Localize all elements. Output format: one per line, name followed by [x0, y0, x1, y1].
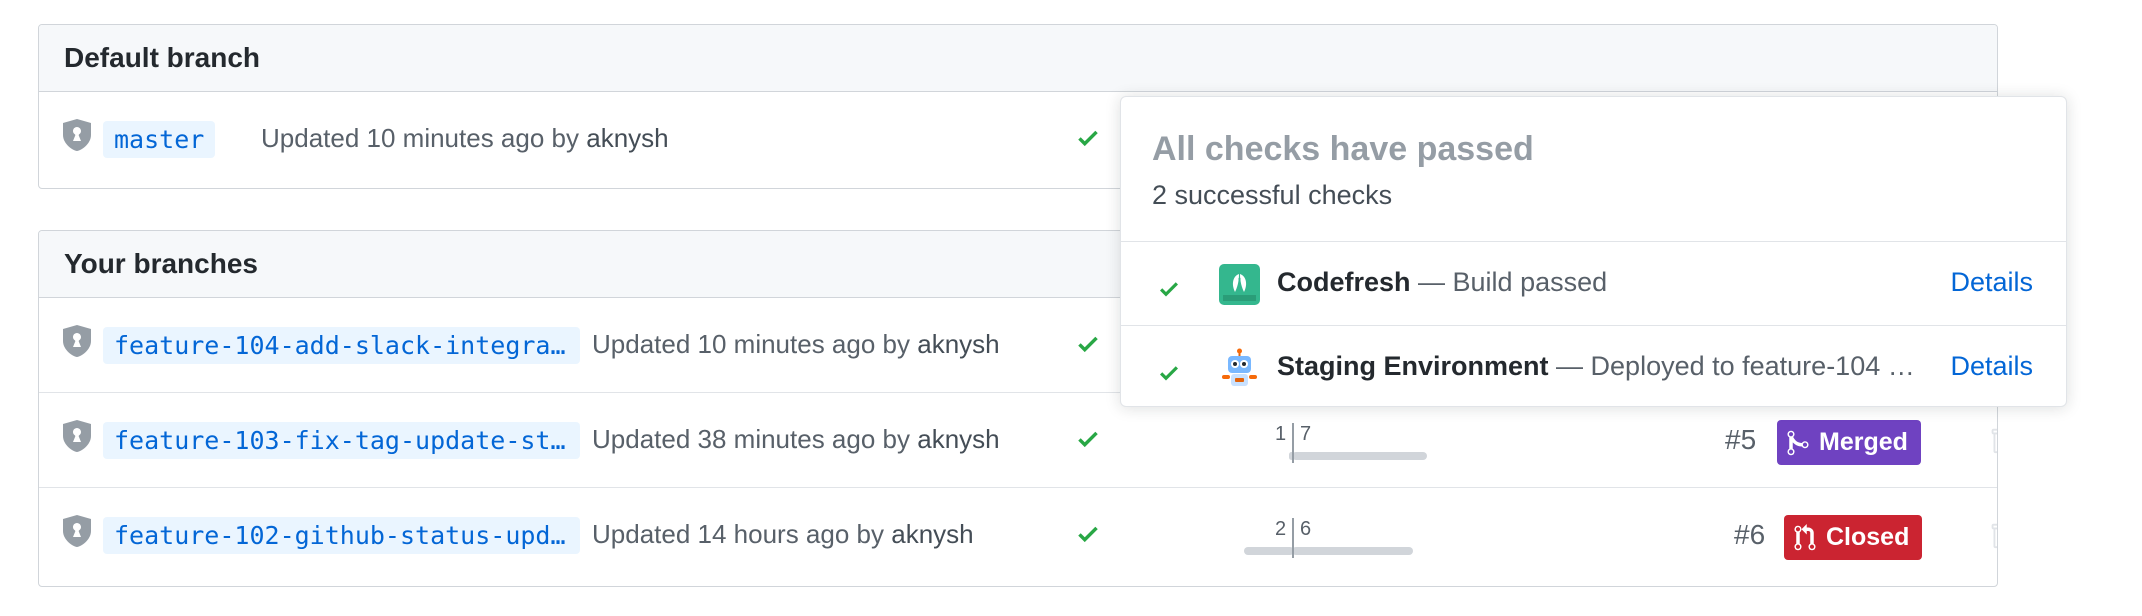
- pr-state-label: Merged: [1819, 428, 1908, 456]
- updated-label: Updated 10 minutes ago by: [261, 123, 579, 153]
- git-merge-icon: [1787, 430, 1809, 455]
- shield-lock-icon: [63, 515, 91, 547]
- check-summary: Staging Environment — Deployed to featur…: [1277, 351, 1927, 382]
- branch-name[interactable]: feature-102-github-status-upda…: [103, 517, 580, 554]
- git-pull-request-icon: [1794, 523, 1816, 550]
- check-icon[interactable]: [1074, 331, 1102, 357]
- branch-row: feature-103-fix-tag-update-sta… Updated …: [39, 393, 1997, 488]
- divergence-line: [1292, 423, 1294, 463]
- pr-state-label: Closed: [1826, 523, 1910, 551]
- author-link[interactable]: aknysh: [891, 519, 973, 549]
- pr-number-link[interactable]: #6: [1734, 519, 1765, 551]
- branch-name[interactable]: feature-103-fix-tag-update-sta…: [103, 422, 580, 459]
- branch-row: feature-102-github-status-upda… Updated …: [39, 488, 1997, 583]
- check-icon[interactable]: [1074, 521, 1102, 547]
- ahead-count: 6: [1300, 518, 1312, 540]
- check-summary: Codefresh — Build passed: [1277, 267, 1607, 298]
- behind-count: 2: [1275, 518, 1287, 540]
- author-link[interactable]: aknysh: [917, 329, 999, 359]
- check-icon: [1160, 282, 1178, 297]
- check-description: — Build passed: [1410, 267, 1608, 297]
- check-row-codefresh: Codefresh — Build passed Details: [1121, 242, 2066, 326]
- updated-label: Updated 38 minutes ago by: [592, 424, 910, 454]
- updated-text: Updated 14 hours ago by aknysh: [592, 519, 974, 550]
- check-name: Staging Environment: [1277, 351, 1549, 381]
- codefresh-logo-icon: [1219, 264, 1260, 305]
- checks-status-title: All checks have passed: [1152, 130, 1534, 168]
- pr-state-closed[interactable]: Closed: [1784, 515, 1923, 560]
- updated-label: Updated 10 minutes ago by: [592, 329, 910, 359]
- check-icon[interactable]: [1074, 426, 1102, 452]
- ahead-behind-graph: 2 6: [1244, 518, 1452, 558]
- behind-bar: [1244, 547, 1294, 555]
- check-row-staging-environment: Staging Environment — Deployed to featur…: [1121, 326, 2066, 406]
- details-link[interactable]: Details: [1950, 351, 2033, 382]
- shield-lock-icon: [63, 420, 91, 452]
- checks-count-subtitle: 2 successful checks: [1152, 180, 1393, 210]
- author-link[interactable]: aknysh: [586, 123, 668, 153]
- shield-lock-icon: [63, 325, 91, 357]
- trash-icon[interactable]: [1989, 425, 1998, 455]
- check-description: — Deployed to feature-104 n…: [1548, 351, 1927, 381]
- robot-avatar-icon: [1219, 348, 1260, 389]
- ahead-count: 7: [1300, 423, 1312, 445]
- branch-name[interactable]: feature-104-add-slack-integrat…: [103, 327, 580, 364]
- behind-count: 1: [1275, 423, 1287, 445]
- trash-icon[interactable]: [1989, 520, 1998, 550]
- author-link[interactable]: aknysh: [917, 424, 999, 454]
- updated-text: Updated 38 minutes ago by aknysh: [592, 424, 1000, 455]
- updated-text: Updated 10 minutes ago by aknysh: [592, 329, 1000, 360]
- pr-state-merged[interactable]: Merged: [1777, 420, 1921, 465]
- check-icon: [1160, 366, 1178, 381]
- shield-lock-icon: [63, 119, 91, 151]
- default-branch-header: Default branch: [39, 25, 1997, 92]
- check-name: Codefresh: [1277, 267, 1411, 297]
- checks-popover: All checks have passed 2 successful chec…: [1120, 96, 2067, 407]
- updated-text: Updated 10 minutes ago by aknysh: [261, 123, 669, 154]
- checks-popover-header: All checks have passed 2 successful chec…: [1121, 97, 2066, 242]
- pr-number-link[interactable]: #5: [1725, 424, 1756, 456]
- details-link[interactable]: Details: [1950, 267, 2033, 298]
- ahead-bar: [1292, 547, 1413, 555]
- branch-name[interactable]: master: [103, 121, 216, 158]
- ahead-behind-graph: 1 7: [1275, 423, 1452, 463]
- ahead-bar: [1292, 452, 1427, 460]
- check-icon[interactable]: [1074, 125, 1102, 151]
- updated-label: Updated 14 hours ago by: [592, 519, 884, 549]
- divergence-line: [1292, 518, 1294, 558]
